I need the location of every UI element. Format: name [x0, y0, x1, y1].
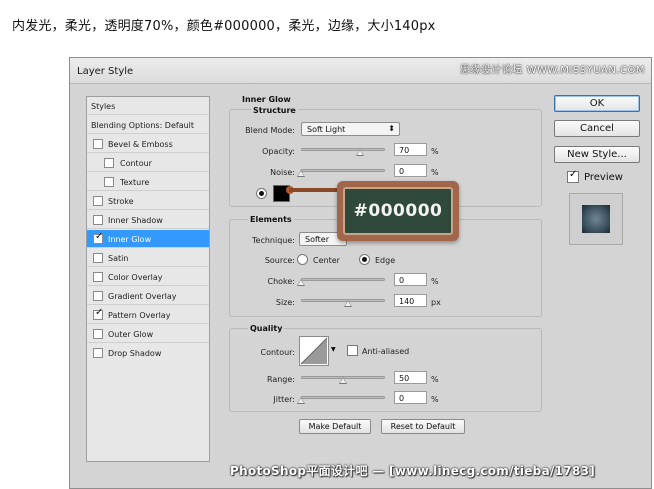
contour-dropdown-icon[interactable]: ▼	[331, 346, 336, 353]
choke-label: Choke:	[267, 277, 295, 286]
source-center-label: Center	[313, 256, 340, 265]
new-style-button[interactable]: New Style...	[554, 146, 640, 163]
make-default-button[interactable]: Make Default	[299, 419, 371, 434]
range-unit: %	[431, 375, 439, 384]
color-callout-text: #000000	[353, 201, 443, 221]
jitter-unit: %	[431, 395, 439, 404]
choke-slider-thumb[interactable]	[297, 279, 305, 286]
size-slider-thumb[interactable]	[344, 300, 353, 307]
styles-item-outer-glow[interactable]: Outer Glow	[87, 325, 209, 343]
source-center-radio[interactable]	[297, 254, 308, 265]
styles-item-texture[interactable]: Texture	[87, 173, 209, 191]
source-label: Source:	[264, 256, 295, 265]
ok-button[interactable]: OK	[554, 95, 640, 112]
choke-field[interactable]: 0	[394, 273, 427, 286]
checkbox[interactable]	[104, 177, 114, 187]
contour-curve-icon	[300, 337, 328, 365]
source-edge-label: Edge	[375, 256, 396, 265]
size-unit: px	[431, 298, 441, 307]
opacity-slider[interactable]	[301, 148, 385, 151]
watermark-bottom: PhotoShop平面设计吧 — [www.linecg.com/tieba/1…	[230, 464, 596, 478]
check-icon: ✓	[95, 231, 104, 242]
checkbox[interactable]	[93, 196, 103, 206]
anti-aliased-label: Anti-aliased	[362, 347, 410, 356]
range-slider-thumb[interactable]	[339, 377, 347, 384]
checkbox[interactable]	[93, 139, 103, 149]
jitter-field[interactable]: 0	[394, 391, 427, 404]
noise-slider-thumb[interactable]	[297, 170, 305, 177]
blend-mode-label: Blend Mode:	[245, 126, 295, 135]
checkbox[interactable]	[93, 253, 103, 263]
opacity-slider-thumb[interactable]	[355, 149, 364, 156]
check-icon: ✓	[95, 307, 104, 318]
checkbox-checked[interactable]: ✓	[93, 307, 104, 320]
watermark-top: 思缘设计论坛 WWW.MISSYUAN.COM	[459, 65, 645, 76]
source-edge-radio[interactable]	[359, 254, 370, 265]
checkbox[interactable]	[93, 329, 103, 339]
reset-default-button[interactable]: Reset to Default	[381, 419, 465, 434]
preview-thumbnail	[569, 193, 623, 245]
styles-item-pattern-overlay[interactable]: ✓ Pattern Overlay	[87, 306, 209, 324]
jitter-label: Jitter:	[273, 395, 295, 404]
styles-item-color-overlay[interactable]: Color Overlay	[87, 268, 209, 286]
quality-title: Quality	[248, 324, 285, 333]
preview-swatch	[582, 205, 610, 233]
noise-label: Noise:	[270, 168, 295, 177]
technique-label: Technique:	[252, 236, 295, 245]
styles-header[interactable]: Styles	[87, 97, 209, 115]
blending-options[interactable]: Blending Options: Default	[87, 116, 209, 134]
styles-list: Styles Blending Options: Default Bevel &…	[86, 96, 210, 462]
checkbox[interactable]	[93, 348, 103, 358]
inner-glow-title: Inner Glow	[242, 95, 291, 104]
noise-unit: %	[431, 168, 439, 177]
styles-item-drop-shadow[interactable]: Drop Shadow	[87, 344, 209, 362]
checkbox[interactable]	[93, 272, 103, 282]
inner-glow-panel: Inner Glow Structure Blend Mode: Soft Li…	[221, 88, 545, 468]
opacity-unit: %	[431, 147, 439, 156]
styles-item-gradient-overlay[interactable]: Gradient Overlay	[87, 287, 209, 305]
caption-text: 内发光，柔光，透明度70%，颜色#000000，柔光，边缘，大小140px	[12, 19, 436, 34]
color-radio[interactable]	[256, 188, 267, 199]
range-field[interactable]: 50	[394, 371, 427, 384]
styles-item-contour[interactable]: Contour	[87, 154, 209, 172]
range-label: Range:	[266, 375, 295, 384]
callout-pointer	[289, 188, 339, 192]
check-icon: ✓	[569, 169, 578, 180]
choke-slider[interactable]	[301, 278, 385, 281]
contour-label: Contour:	[260, 348, 296, 357]
preview-checkbox[interactable]: ✓	[567, 169, 579, 183]
checkbox[interactable]	[93, 215, 103, 225]
styles-item-inner-glow[interactable]: ✓ Inner Glow	[87, 230, 209, 248]
color-callout: #000000	[337, 181, 459, 241]
color-callout-board: #000000	[343, 187, 453, 235]
layer-style-dialog: Layer Style 思缘设计论坛 WWW.MISSYUAN.COM Styl…	[69, 57, 652, 489]
styles-item-bevel-emboss[interactable]: Bevel & Emboss	[87, 135, 209, 153]
opacity-label: Opacity:	[262, 147, 295, 156]
cancel-button[interactable]: Cancel	[554, 120, 640, 137]
structure-title: Structure	[251, 106, 298, 115]
size-slider[interactable]	[301, 299, 385, 302]
elements-title: Elements	[248, 215, 294, 224]
jitter-slider[interactable]	[301, 396, 385, 399]
updown-arrow-icon: ⬍	[388, 124, 395, 133]
jitter-slider-thumb[interactable]	[297, 397, 305, 404]
contour-picker[interactable]	[299, 336, 329, 366]
size-label: Size:	[275, 298, 295, 307]
checkbox[interactable]	[104, 158, 114, 168]
checkbox-checked[interactable]: ✓	[93, 231, 104, 244]
size-field[interactable]: 140	[394, 294, 427, 307]
opacity-field[interactable]: 70	[394, 143, 427, 156]
dialog-title: Layer Style	[77, 66, 134, 77]
titlebar: Layer Style 思缘设计论坛 WWW.MISSYUAN.COM	[70, 58, 651, 84]
preview-label: Preview	[584, 172, 623, 183]
checkbox[interactable]	[93, 291, 103, 301]
blend-mode-select[interactable]: Soft Light ⬍	[301, 122, 400, 136]
styles-item-inner-shadow[interactable]: Inner Shadow	[87, 211, 209, 229]
noise-field[interactable]: 0	[394, 164, 427, 177]
styles-item-stroke[interactable]: Stroke	[87, 192, 209, 210]
noise-slider[interactable]	[301, 169, 385, 172]
choke-unit: %	[431, 277, 439, 286]
anti-aliased-checkbox[interactable]	[347, 345, 358, 356]
styles-item-satin[interactable]: Satin	[87, 249, 209, 267]
